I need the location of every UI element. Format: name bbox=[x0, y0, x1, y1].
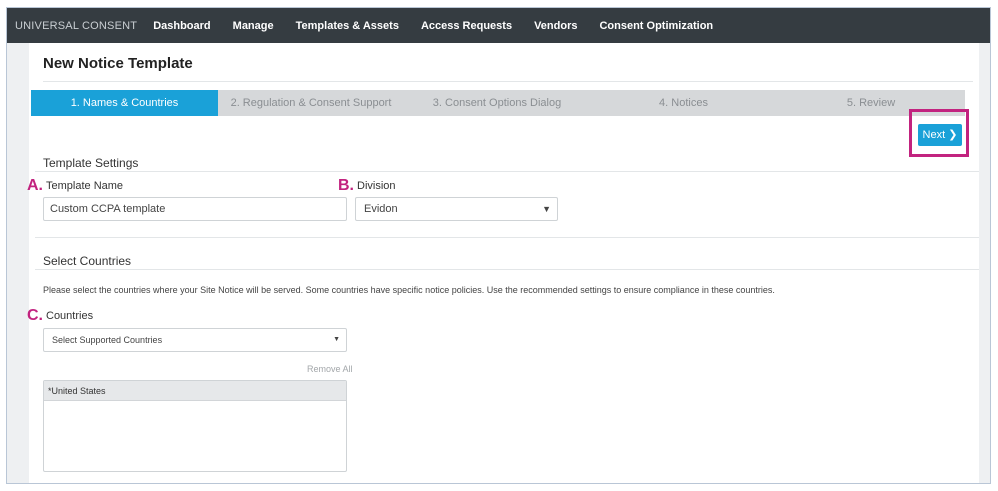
selected-countries-list: *United States bbox=[43, 380, 347, 472]
title-divider bbox=[43, 81, 973, 82]
template-name-input[interactable] bbox=[43, 197, 347, 221]
division-select[interactable]: Evidon ▼ bbox=[355, 197, 558, 221]
countries-label: Countries bbox=[46, 310, 94, 322]
next-button[interactable]: Next ❯ bbox=[918, 124, 962, 146]
marker-c: C. bbox=[27, 307, 43, 324]
nav-manage[interactable]: Manage bbox=[233, 20, 274, 32]
step-notices[interactable]: 4. Notices bbox=[590, 90, 777, 116]
countries-select-placeholder: Select Supported Countries bbox=[52, 335, 163, 345]
template-settings-title: Template Settings bbox=[43, 156, 139, 170]
step-names-countries[interactable]: 1. Names & Countries bbox=[31, 90, 218, 116]
remove-all-link[interactable]: Remove All bbox=[307, 364, 353, 374]
countries-select[interactable]: Select Supported Countries ▼ bbox=[43, 328, 347, 352]
wizard-steps: 1. Names & Countries 2. Regulation & Con… bbox=[31, 90, 965, 116]
step-consent-options-dialog[interactable]: 3. Consent Options Dialog bbox=[404, 90, 590, 116]
countries-instructions: Please select the countries where your S… bbox=[43, 285, 775, 295]
brand-label: UNIVERSAL CONSENT bbox=[15, 19, 138, 32]
nav-vendors[interactable]: Vendors bbox=[534, 20, 577, 32]
caret-down-icon: ▼ bbox=[542, 204, 551, 214]
select-countries-divider bbox=[35, 269, 979, 270]
next-button-label: Next bbox=[922, 129, 946, 141]
template-settings-bottom-divider bbox=[35, 237, 979, 238]
nav-access-requests[interactable]: Access Requests bbox=[421, 20, 512, 32]
caret-down-icon: ▼ bbox=[333, 336, 340, 343]
nav-consent-optimization[interactable]: Consent Optimization bbox=[599, 20, 713, 32]
template-settings-divider bbox=[35, 171, 979, 172]
division-label: Division bbox=[357, 180, 396, 192]
select-countries-title: Select Countries bbox=[43, 254, 132, 268]
marker-b: B. bbox=[338, 177, 354, 194]
marker-a: A. bbox=[27, 177, 43, 194]
chevron-right-icon: ❯ bbox=[948, 129, 958, 141]
step-regulation-consent[interactable]: 2. Regulation & Consent Support bbox=[218, 90, 404, 116]
division-value: Evidon bbox=[364, 203, 398, 215]
app-window: UNIVERSAL CONSENT Dashboard Manage Templ… bbox=[6, 7, 991, 484]
main-content: New Notice Template 1. Names & Countries… bbox=[27, 43, 979, 483]
page-title: New Notice Template bbox=[43, 55, 193, 72]
nav-templates-assets[interactable]: Templates & Assets bbox=[296, 20, 399, 32]
top-navigation: UNIVERSAL CONSENT Dashboard Manage Templ… bbox=[7, 8, 990, 43]
template-name-label: Template Name bbox=[46, 180, 124, 192]
list-item[interactable]: *United States bbox=[44, 381, 346, 401]
nav-dashboard[interactable]: Dashboard bbox=[153, 20, 210, 32]
